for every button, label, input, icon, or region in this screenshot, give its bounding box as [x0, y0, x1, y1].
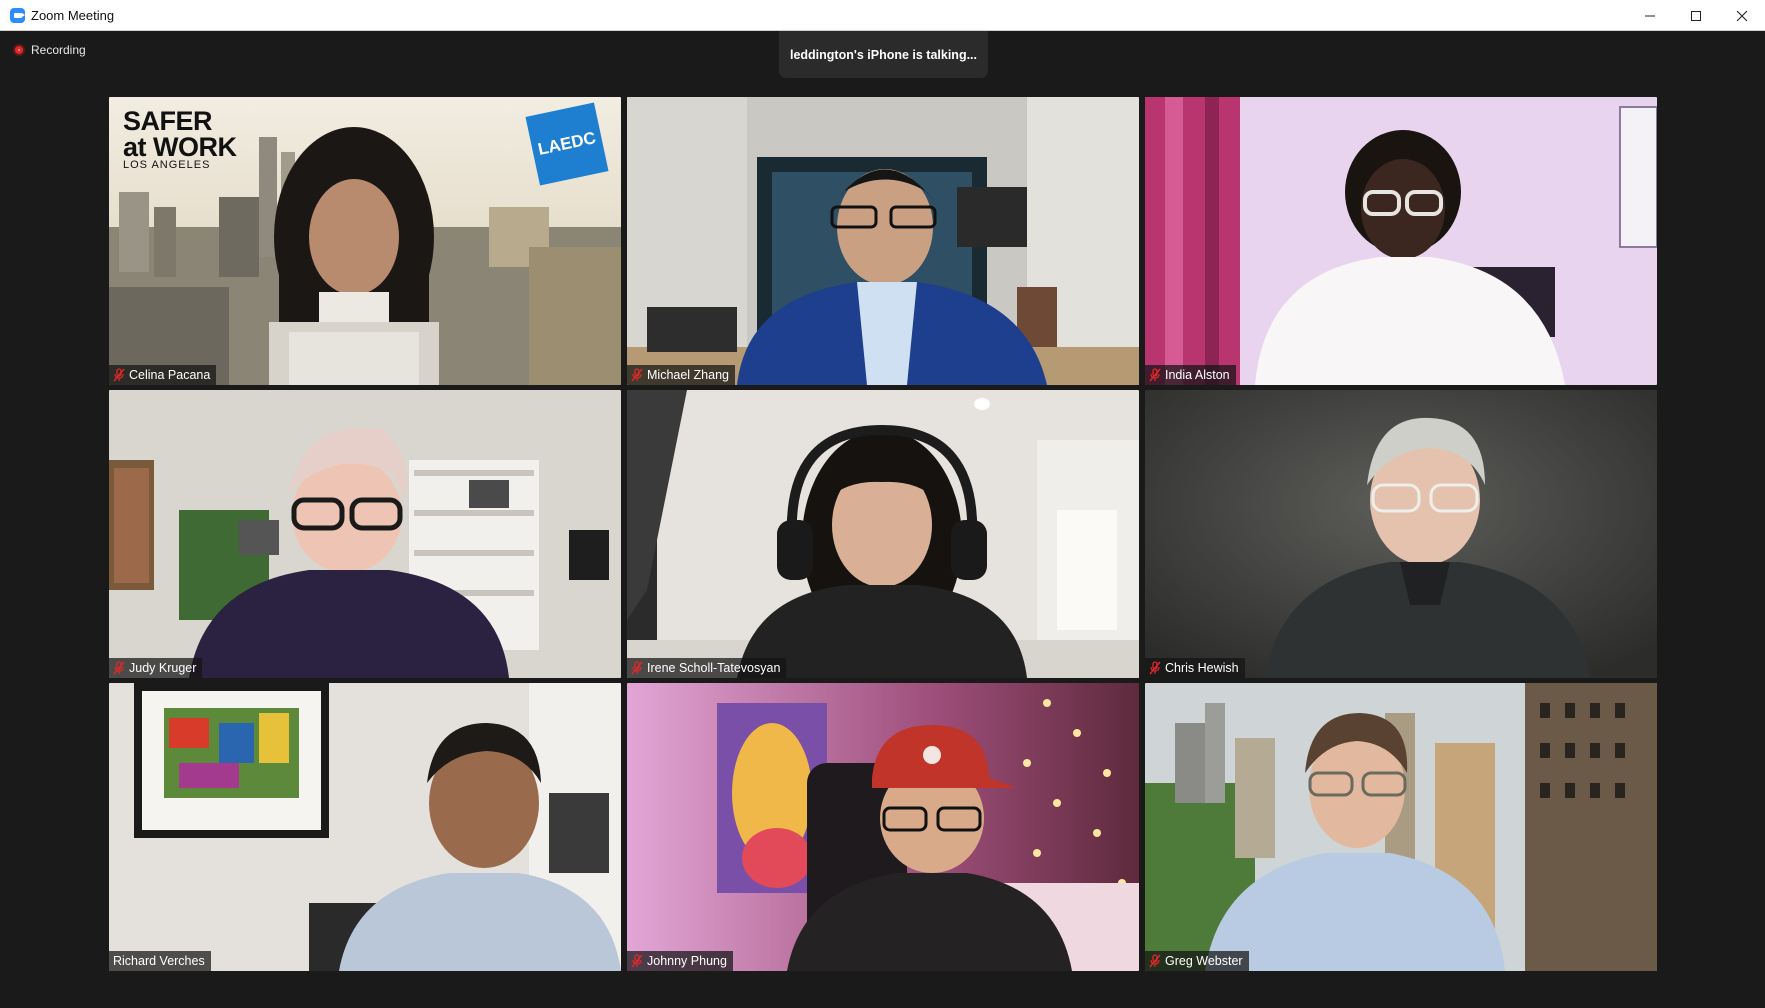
muted-mic-icon — [631, 954, 643, 968]
participant-nameplate: Judy Kruger — [109, 658, 203, 678]
participant-nameplate: Irene Scholl-Tatevosyan — [627, 658, 787, 678]
window-title: Zoom Meeting — [31, 7, 115, 23]
participant-name: Irene Scholl-Tatevosyan — [647, 661, 781, 675]
video-tile[interactable]: Judy Kruger — [109, 390, 621, 678]
window-controls — [1627, 0, 1765, 31]
safer-line-1: SAFER — [123, 106, 213, 136]
participant-nameplate: India Alston — [1145, 365, 1236, 385]
video-tile[interactable]: India Alston — [1145, 97, 1657, 385]
participant-name: Celina Pacana — [129, 368, 211, 382]
muted-mic-icon — [1149, 954, 1161, 968]
video-tile[interactable]: SAFER at WORK LOS ANGELES LAEDC Celina P… — [109, 97, 621, 385]
participant-name: India Alston — [1165, 368, 1230, 382]
close-button[interactable] — [1719, 0, 1765, 31]
participant-name: Johnny Phung — [647, 954, 727, 968]
video-feed — [627, 390, 1139, 678]
laedc-text: LAEDC — [536, 128, 598, 159]
video-feed — [109, 390, 621, 678]
gallery-grid: SAFER at WORK LOS ANGELES LAEDC Celina P… — [109, 97, 1657, 971]
video-feed — [627, 683, 1139, 971]
safer-line-3: LOS ANGELES — [123, 159, 211, 172]
video-tile[interactable]: Richard Verches — [109, 683, 621, 971]
video-feed — [109, 683, 621, 971]
muted-mic-icon — [631, 661, 643, 675]
participant-nameplate: Celina Pacana — [109, 365, 217, 385]
muted-mic-icon — [1149, 661, 1161, 675]
participant-nameplate: Chris Hewish — [1145, 658, 1245, 678]
laedc-logo: LAEDC — [525, 102, 609, 186]
participant-nameplate: Richard Verches — [109, 951, 211, 971]
video-tile[interactable]: Johnny Phung — [627, 683, 1139, 971]
active-speaker-banner: leddington's iPhone is talking... — [779, 31, 988, 78]
participant-nameplate: Michael Zhang — [627, 365, 735, 385]
virtual-background-logo: SAFER at WORK LOS ANGELES — [123, 106, 237, 172]
participant-name: Chris Hewish — [1165, 661, 1239, 675]
muted-mic-icon — [1149, 368, 1161, 382]
maximize-icon — [1691, 10, 1701, 21]
window-titlebar: Zoom Meeting — [0, 0, 1765, 31]
safer-line-2: at WORK — [123, 131, 237, 162]
participant-nameplate: Johnny Phung — [627, 951, 733, 971]
video-tile[interactable]: Michael Zhang — [627, 97, 1139, 385]
close-icon — [1736, 10, 1748, 21]
minimize-icon — [1645, 15, 1655, 16]
meeting-view: Recording leddington's iPhone is talking… — [0, 31, 1765, 1008]
muted-mic-icon — [113, 368, 125, 382]
video-tile[interactable]: Chris Hewish — [1145, 390, 1657, 678]
recording-indicator[interactable]: Recording — [13, 43, 86, 57]
maximize-button[interactable] — [1673, 0, 1719, 31]
participant-name: Judy Kruger — [129, 661, 197, 675]
video-feed — [1145, 683, 1657, 971]
recording-label: Recording — [31, 43, 86, 57]
video-feed — [1145, 390, 1657, 678]
participant-name: Richard Verches — [113, 954, 205, 968]
participant-name: Michael Zhang — [647, 368, 729, 382]
muted-mic-icon — [631, 368, 643, 382]
muted-mic-icon — [113, 661, 125, 675]
active-speaker-text: leddington's iPhone is talking... — [789, 47, 977, 62]
zoom-camera-icon — [10, 7, 25, 23]
minimize-button[interactable] — [1627, 0, 1673, 31]
video-tile[interactable]: Irene Scholl-Tatevosyan — [627, 390, 1139, 678]
participant-nameplate: Greg Webster — [1145, 951, 1249, 971]
participant-name: Greg Webster — [1165, 954, 1243, 968]
recording-icon — [13, 44, 25, 56]
video-feed — [1145, 97, 1657, 385]
video-feed — [627, 97, 1139, 385]
video-tile[interactable]: Greg Webster — [1145, 683, 1657, 971]
